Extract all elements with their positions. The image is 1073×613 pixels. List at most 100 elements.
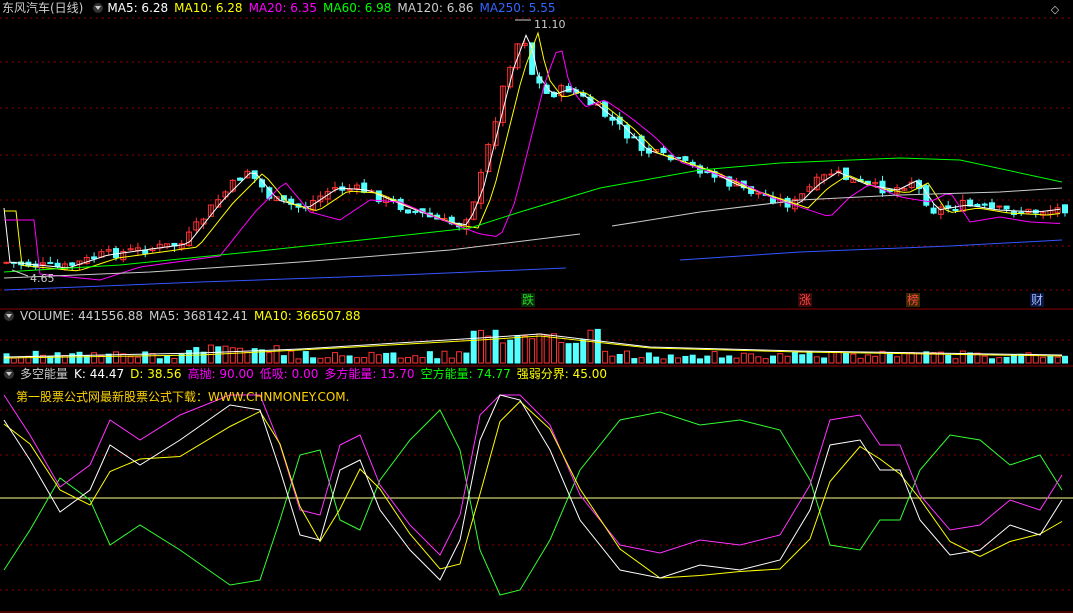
candle-body xyxy=(930,207,937,214)
volume-bar xyxy=(770,355,776,364)
volume-bar xyxy=(346,355,353,364)
k-line xyxy=(3,394,1063,581)
volume-bar xyxy=(91,352,98,364)
volume-bar xyxy=(748,353,755,364)
candle-body xyxy=(47,261,54,264)
volume-bar xyxy=(164,355,171,364)
volume-bar xyxy=(478,329,484,364)
volume-bar xyxy=(565,343,572,364)
volume-bar xyxy=(266,352,273,364)
candle-body xyxy=(1003,205,1010,210)
volume-bar xyxy=(448,357,455,364)
volume-bar xyxy=(631,358,638,364)
volume-bar xyxy=(981,355,988,364)
ma250-label: MA250: 5.55 xyxy=(479,1,556,15)
volume-bar xyxy=(361,357,368,364)
indicator-boundary: 强弱分界: 45.00 xyxy=(516,367,608,381)
volume-bar xyxy=(441,350,448,364)
volume-bar xyxy=(762,358,769,364)
volume-bar xyxy=(864,354,871,364)
indicator-high-sell: 高抛: 90.00 xyxy=(187,367,254,381)
volume-bar xyxy=(959,350,966,364)
volume-bar xyxy=(127,356,134,364)
volume-bar xyxy=(288,350,295,364)
volume-bar xyxy=(894,356,901,364)
candle-body xyxy=(54,262,61,268)
indicator-bull-energy: 多方能量: 15.70 xyxy=(324,367,415,381)
ma250-line xyxy=(679,239,1063,261)
candle-body xyxy=(989,202,995,209)
event-marker-list[interactable]: 榜 xyxy=(906,293,921,307)
indicator-name[interactable]: 多空能量 xyxy=(20,366,68,382)
volume-bar xyxy=(660,358,667,364)
volume-bar xyxy=(113,351,119,364)
volume-bar xyxy=(397,357,404,364)
volume-bar xyxy=(813,356,820,364)
volume-bar xyxy=(419,357,426,364)
volume-bar xyxy=(996,357,1003,364)
volume-bar xyxy=(456,351,463,364)
volume-bar xyxy=(828,351,835,364)
volume-bar xyxy=(784,355,791,364)
volume-bar xyxy=(514,335,521,364)
volume-bar xyxy=(76,351,83,364)
volume-bar xyxy=(886,352,893,364)
volume-bar xyxy=(718,357,725,364)
candle-body xyxy=(755,192,762,195)
indicator-d: D: 38.56 xyxy=(130,367,182,381)
indicator-header: 多空能量 K: 44.47 D: 38.56 高抛: 90.00 低吸: 0.0… xyxy=(0,366,613,382)
volume-bar xyxy=(616,353,623,364)
volume-bar xyxy=(1047,355,1054,364)
volume-bar xyxy=(850,353,857,364)
candle-body xyxy=(3,261,10,264)
volume-bar xyxy=(244,351,251,364)
volume-bar xyxy=(682,355,689,364)
chevron-down-icon[interactable] xyxy=(4,311,14,321)
volume-bar xyxy=(10,357,17,364)
volume-bar xyxy=(273,345,280,364)
candle-body xyxy=(113,248,119,259)
volume-bar xyxy=(726,355,733,364)
candle-body xyxy=(405,209,411,214)
volume-bar xyxy=(777,353,784,364)
volume-bar xyxy=(302,351,309,364)
volume-bar xyxy=(149,353,156,364)
volume-bar xyxy=(989,358,995,364)
volume-bar xyxy=(317,357,324,364)
volume-bar xyxy=(609,355,616,364)
stock-title[interactable]: 东风汽车(日线) xyxy=(2,0,83,16)
chevron-down-icon[interactable] xyxy=(4,369,14,379)
volume-bar xyxy=(857,357,864,364)
candle-body xyxy=(660,147,667,154)
volume-bar xyxy=(54,352,61,364)
volume-bar xyxy=(237,347,244,364)
ma20-label: MA20: 6.35 xyxy=(248,1,317,15)
event-marker-finance[interactable]: 财 xyxy=(1030,293,1045,307)
event-marker-rise[interactable]: 涨 xyxy=(798,293,813,307)
volume-bar xyxy=(755,356,762,364)
main-chart-header: 东风汽车(日线) MA5: 6.28 MA10: 6.28 MA20: 6.35… xyxy=(0,0,562,16)
volume-bar xyxy=(120,353,127,364)
event-marker-drop[interactable]: 跌 xyxy=(521,293,536,307)
ma120-label: MA120: 6.86 xyxy=(397,1,474,15)
volume-bar xyxy=(332,352,338,364)
volume-bar xyxy=(1003,356,1010,364)
candle-body xyxy=(237,177,244,181)
chevron-down-icon[interactable] xyxy=(93,3,104,13)
ma60-line xyxy=(3,157,1063,273)
candle-body xyxy=(682,156,689,161)
volume-bar xyxy=(916,352,922,364)
expand-icon[interactable]: ◇ xyxy=(1049,4,1061,16)
d-line xyxy=(3,400,1063,579)
volume-bar xyxy=(835,351,842,364)
volume-bar xyxy=(1010,354,1017,364)
volume-bar xyxy=(529,338,536,364)
volume-bar xyxy=(339,355,346,364)
volume-bar xyxy=(492,329,499,364)
volume-bar xyxy=(280,355,287,364)
volume-bar xyxy=(1032,354,1039,364)
volume-bar xyxy=(638,357,645,364)
volume-bar xyxy=(536,333,543,364)
volume-bar xyxy=(945,354,952,364)
volume-bar xyxy=(572,342,579,364)
